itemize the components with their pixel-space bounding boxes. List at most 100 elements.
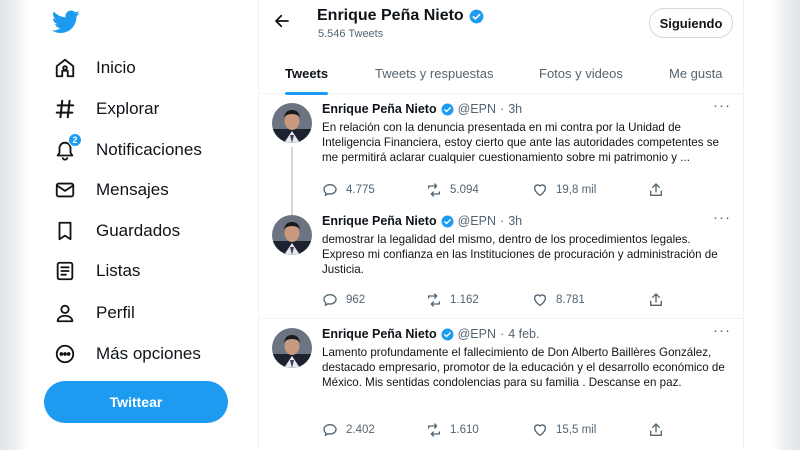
sidebar-item-notificaciones[interactable]: 2 Notificaciones	[52, 130, 202, 170]
reply-icon	[322, 292, 338, 308]
retweet-count: 1.162	[450, 294, 479, 306]
share-button[interactable]	[648, 181, 664, 199]
more-options-icon[interactable]: ···	[713, 209, 731, 226]
more-options-icon[interactable]: ···	[713, 97, 731, 114]
tab-label: Tweets y respuestas	[375, 65, 494, 81]
tweet-actions: 962 1.162 8.781	[322, 291, 722, 309]
tweet[interactable]: Enrique Peña Nieto @EPN · 3h ··· demostr…	[259, 207, 745, 319]
tweet-header: Enrique Peña Nieto @EPN · 3h	[322, 214, 522, 228]
retweet-icon	[426, 182, 442, 198]
sidebar-item-mensajes[interactable]: Mensajes	[52, 170, 169, 210]
more-circle-icon	[52, 341, 78, 367]
avatar[interactable]	[272, 103, 312, 143]
tweet[interactable]: Enrique Peña Nieto @EPN · 4 feb. ··· Lam…	[259, 320, 745, 450]
profile-name-text: Enrique Peña Nieto	[317, 7, 464, 24]
left-background-edge	[0, 0, 28, 450]
sidebar-item-listas[interactable]: Listas	[52, 251, 140, 291]
tweet-time[interactable]: 4 feb.	[508, 327, 539, 341]
sidebar-item-guardados[interactable]: Guardados	[52, 211, 180, 251]
separator-dot: ·	[500, 102, 505, 116]
tweet-author-handle[interactable]: @EPN	[458, 214, 496, 228]
reply-count: 2.402	[346, 424, 375, 436]
verified-badge-icon	[441, 328, 454, 341]
share-button[interactable]	[648, 421, 664, 439]
reply-count: 962	[346, 294, 366, 306]
tweet-actions: 2.402 1.610 15,5 mil	[322, 421, 722, 439]
tweet-time[interactable]: 3h	[508, 102, 522, 116]
reply-button[interactable]: 4.775	[322, 181, 375, 199]
profile-tabs: Tweets Tweets y respuestas Fotos y video…	[259, 52, 745, 95]
retweet-button[interactable]: 1.610	[426, 421, 479, 439]
retweet-button[interactable]: 5.094	[426, 181, 479, 199]
sidebar-item-label: Inicio	[96, 58, 136, 77]
separator-dot: ·	[500, 214, 505, 228]
tweet-text: Lamento profundamente el fallecimiento d…	[322, 346, 725, 389]
tab-label: Tweets	[285, 65, 329, 81]
tweet-author-name[interactable]: Enrique Peña Nieto	[322, 327, 437, 341]
tweet-author-name[interactable]: Enrique Peña Nieto	[322, 214, 437, 228]
avatar[interactable]	[272, 328, 312, 368]
retweet-count: 5.094	[450, 184, 479, 196]
reply-icon	[322, 422, 338, 438]
tweet-header: Enrique Peña Nieto @EPN · 4 feb.	[322, 327, 539, 341]
tab-tweets[interactable]: Tweets	[285, 52, 329, 95]
verified-badge-icon	[469, 9, 484, 24]
like-button[interactable]: 19,8 mil	[532, 181, 596, 199]
tweet-actions: 4.775 5.094 19,8 mil	[322, 181, 722, 199]
sidebar-item-mas-opciones[interactable]: Más opciones	[52, 334, 201, 374]
notification-badge: 2	[68, 133, 82, 147]
more-options-icon[interactable]: ···	[713, 322, 731, 339]
retweet-button[interactable]: 1.162	[426, 291, 479, 309]
retweet-count: 1.610	[450, 424, 479, 436]
reply-count: 4.775	[346, 184, 375, 196]
sidebar-item-perfil[interactable]: Perfil	[52, 293, 135, 333]
tab-tweets-y-respuestas[interactable]: Tweets y respuestas	[375, 52, 494, 94]
sidebar-item-label: Más opciones	[96, 344, 201, 363]
share-icon	[648, 292, 664, 308]
sidebar-item-inicio[interactable]: Inicio	[52, 48, 136, 88]
like-button[interactable]: 8.781	[532, 291, 585, 309]
sidebar-item-label: Mensajes	[96, 180, 169, 199]
retweet-icon	[426, 292, 442, 308]
sidebar-item-label: Guardados	[96, 221, 181, 240]
profile-timeline: Enrique Peña Nieto 5.546 Tweets Siguiend…	[258, 0, 745, 450]
tab-me-gusta[interactable]: Me gusta	[669, 52, 722, 94]
tweet[interactable]: Enrique Peña Nieto @EPN · 3h ··· En rela…	[259, 95, 745, 215]
tab-fotos-y-videos[interactable]: Fotos y videos	[539, 52, 623, 94]
twitter-bird-icon[interactable]	[51, 10, 80, 36]
share-icon	[648, 422, 664, 438]
verified-badge-icon	[441, 215, 454, 228]
right-background-edge	[772, 0, 800, 450]
back-arrow-icon[interactable]	[273, 12, 291, 30]
tab-label: Fotos y videos	[539, 65, 623, 81]
retweet-icon	[426, 422, 442, 438]
tweet-text: demostrar la legalidad del mismo, dentro…	[322, 233, 718, 276]
tweet-author-handle[interactable]: @EPN	[458, 327, 496, 341]
verified-badge-icon	[441, 103, 454, 116]
following-button[interactable]: Siguiendo	[649, 8, 733, 38]
profile-name: Enrique Peña Nieto	[317, 7, 484, 25]
person-icon	[52, 300, 78, 326]
sidebar-item-label: Listas	[96, 261, 141, 280]
like-count: 15,5 mil	[556, 424, 597, 436]
heart-icon	[532, 292, 548, 308]
reply-button[interactable]: 2.402	[322, 421, 375, 439]
sidebar-item-explorar[interactable]: Explorar	[52, 89, 159, 129]
share-button[interactable]	[648, 291, 664, 309]
tweet-text: En relación con la denuncia presentada e…	[322, 121, 720, 164]
like-count: 8.781	[556, 294, 585, 306]
tweet-count: 5.546 Tweets	[318, 28, 384, 40]
tweet-time[interactable]: 3h	[508, 214, 522, 228]
avatar[interactable]	[272, 215, 312, 255]
tweet-header: Enrique Peña Nieto @EPN · 3h	[322, 102, 522, 116]
bookmark-icon	[52, 218, 78, 244]
tweet-button[interactable]: Twittear	[44, 381, 228, 423]
reply-button[interactable]: 962	[322, 291, 365, 309]
share-icon	[648, 182, 664, 198]
sidebar: Inicio Explorar 2 Notificaciones Mensaje…	[28, 0, 258, 450]
sidebar-item-label: Notificaciones	[96, 140, 202, 159]
tweet-author-name[interactable]: Enrique Peña Nieto	[322, 102, 437, 116]
tweet-author-handle[interactable]: @EPN	[458, 102, 496, 116]
like-button[interactable]: 15,5 mil	[532, 421, 596, 439]
heart-icon	[532, 422, 548, 438]
